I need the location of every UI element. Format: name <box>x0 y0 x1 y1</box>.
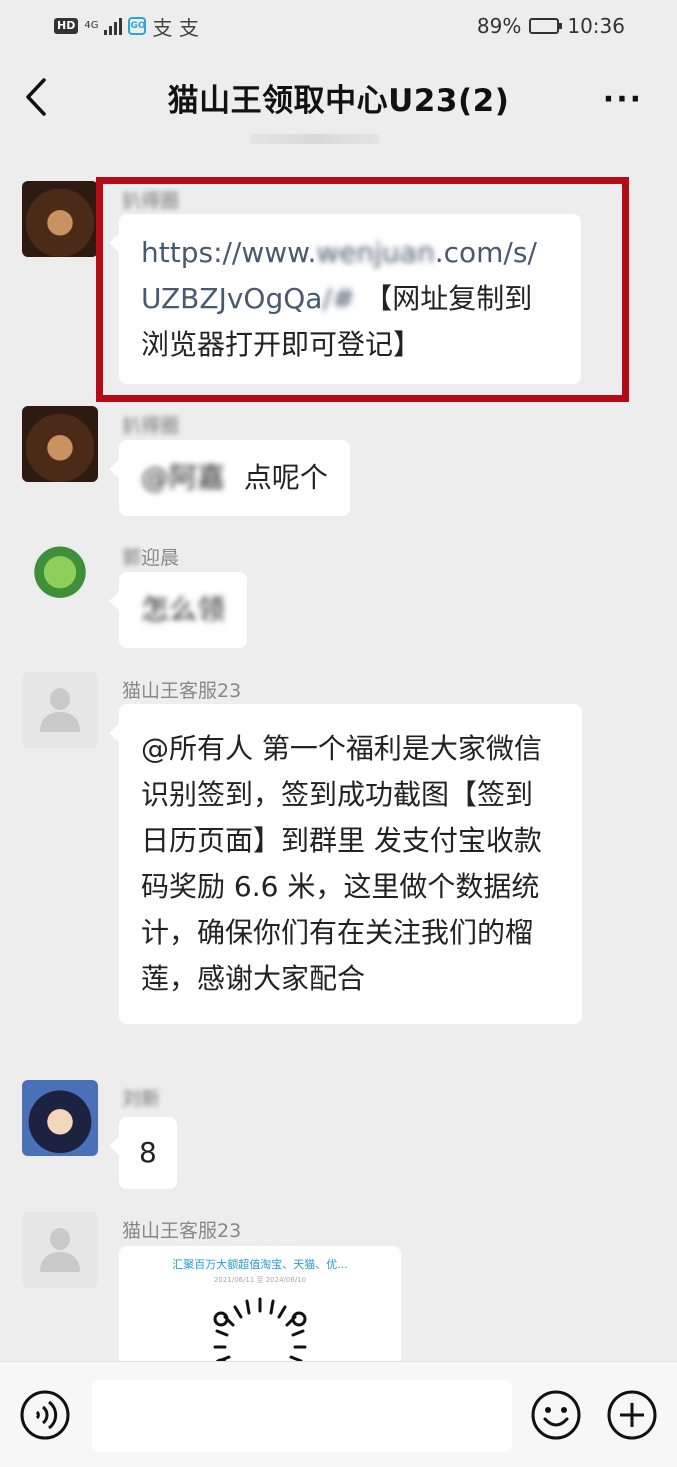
message-bubble[interactable]: @阿嘉 点呢个 <box>109 440 350 516</box>
sender-name: 猫山王客服23 <box>122 680 242 702</box>
chat-header: 猫山王领取中心U23(2) ··· <box>0 52 677 142</box>
chat-title: 猫山王领取中心U23(2) <box>167 82 510 119</box>
emoji-icon[interactable] <box>530 1389 582 1441</box>
red-highlight-box <box>96 177 629 402</box>
sender-name: 扒得圈 <box>122 415 180 437</box>
faded-previous-content <box>250 134 380 144</box>
message-bubble[interactable]: 怎么领 <box>108 572 248 648</box>
avatar[interactable] <box>22 1080 98 1156</box>
plus-icon[interactable] <box>606 1389 658 1441</box>
default-avatar-icon[interactable] <box>22 1212 98 1288</box>
message-text: 8 <box>139 1136 157 1169</box>
network-type: 4G <box>84 20 99 31</box>
avatar-head <box>50 688 70 710</box>
clock: 10:36 <box>567 14 625 38</box>
qr-code-card[interactable]: 汇聚百万大额超值淘宝、天猫、优... 2021/06/11 至 2024/06/… <box>119 1246 401 1366</box>
message-text: @所有人 第一个福利是大家微信识别签到，签到成功截图【签到日历页面】到群里 发支… <box>141 732 542 995</box>
avatar[interactable] <box>22 181 98 257</box>
notification-glyphs: 支 支 <box>152 15 199 40</box>
card-date: 2021/06/11 至 2024/06/10 <box>213 1276 307 1284</box>
avatar[interactable] <box>22 406 98 482</box>
input-bar <box>0 1361 677 1467</box>
battery-percent: 89% <box>476 14 522 38</box>
voice-input-icon[interactable] <box>19 1389 71 1441</box>
avatar[interactable] <box>22 538 98 614</box>
hd-badge: HD <box>54 18 79 34</box>
more-options-icon[interactable]: ··· <box>603 82 643 117</box>
status-bar: HD 4G GO 支 支 89% 10:36 <box>0 0 677 52</box>
message-bubble[interactable]: 8 <box>109 1117 177 1189</box>
avatar-body <box>40 712 80 732</box>
status-left: HD 4G GO 支 支 <box>54 12 199 41</box>
sender-name: 郭迎晨 <box>122 543 179 570</box>
default-avatar-icon[interactable] <box>22 672 98 748</box>
message-text: 点呢个 <box>243 461 328 494</box>
avatar-head <box>50 1228 70 1250</box>
mini-program-code-icon <box>213 1297 307 1366</box>
avatar-body <box>40 1252 80 1272</box>
battery-icon <box>529 18 563 34</box>
back-arrow-icon[interactable] <box>22 76 52 118</box>
message-text-blurred: 怎么领 <box>141 593 226 626</box>
sender-name: 猫山王客服23 <box>122 1220 242 1242</box>
mention-blurred: @阿嘉 <box>141 461 226 494</box>
signal-icon <box>104 17 123 35</box>
message-bubble[interactable]: @所有人 第一个福利是大家微信识别签到，签到成功截图【签到日历页面】到群里 发支… <box>109 704 582 1024</box>
card-title: 汇聚百万大额超值淘宝、天猫、优... <box>172 1258 348 1271</box>
message-input[interactable] <box>92 1380 512 1452</box>
app-notification-icon: GO <box>128 17 147 35</box>
sender-name-visible: 迎晨 <box>141 547 180 569</box>
status-right: 89% 10:36 <box>477 14 625 38</box>
sender-name-blurred: 郭 <box>122 547 142 569</box>
sender-name: 刘新 <box>122 1088 161 1110</box>
